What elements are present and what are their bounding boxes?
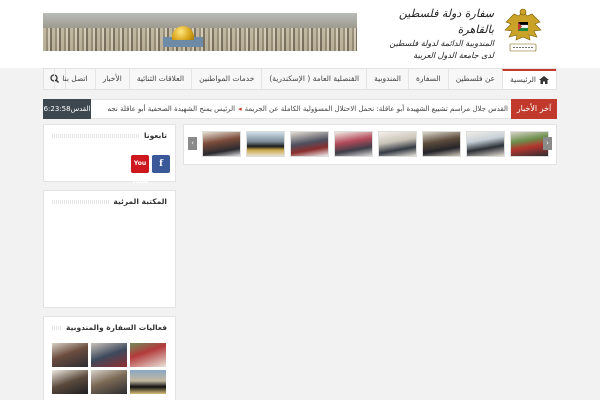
- nav-item-bilateral-relations[interactable]: العلاقات الثنائية: [128, 69, 191, 89]
- slider-next-button[interactable]: ›: [543, 137, 552, 150]
- slider-thumbnail[interactable]: [422, 131, 461, 157]
- home-icon: [539, 76, 549, 84]
- nav-item-about-palestine[interactable]: عن فلسطين: [447, 69, 502, 89]
- event-thumbnail[interactable]: [52, 343, 88, 367]
- nav-item-consulate[interactable]: القنصلية العامة ( الإسكندرية): [261, 69, 366, 89]
- nav-item-home[interactable]: الرئيسية: [502, 69, 556, 89]
- nav-item-news[interactable]: الأخبار: [94, 69, 129, 89]
- ticker-headline[interactable]: القدس جلال مراسم تشييع الشهيدة أبو عاقلة…: [245, 105, 508, 113]
- logo-title-line2: المندوبية الدائمة لدولة فلسطين: [389, 39, 494, 48]
- nav-item-contact[interactable]: اتصل بنا: [54, 69, 94, 89]
- widget-header: فعاليات السفارة والمندوبية: [44, 317, 175, 339]
- slider-thumbnails: [202, 131, 549, 157]
- nav-item-delegation[interactable]: المندوبية: [366, 69, 408, 89]
- event-thumbnail[interactable]: [91, 370, 127, 394]
- youtube-button[interactable]: You Tube: [131, 155, 149, 185]
- facebook-button[interactable]: f: [152, 155, 170, 173]
- widget-title: تابعونا: [139, 125, 167, 147]
- clock-city: القدس: [70, 105, 91, 113]
- main-nav: الرئيسية عن فلسطين السفارة المندوبية الق…: [43, 68, 557, 90]
- chevron-left-icon: ‹: [191, 139, 194, 147]
- nav-item-citizen-services[interactable]: خدمات المواطنين: [191, 69, 261, 89]
- slider-prev-button[interactable]: ‹: [188, 137, 197, 150]
- event-thumbnail[interactable]: [52, 370, 88, 394]
- ticker-separator-icon: ◂: [238, 105, 242, 113]
- widget-header: المكتبة المرئية: [44, 191, 175, 213]
- ticker-label: آخر الأخبار: [511, 99, 557, 119]
- event-thumbnail[interactable]: [91, 343, 127, 367]
- event-thumbnail[interactable]: [130, 343, 166, 367]
- slider-thumbnail[interactable]: [202, 131, 241, 157]
- event-thumbnail[interactable]: [130, 370, 166, 394]
- breaking-news-ticker: 6:23:58القدس القدس جلال مراسم تشييع الشه…: [43, 99, 557, 119]
- ticker-headlines: القدس جلال مراسم تشييع الشهيدة أبو عاقلة…: [108, 100, 508, 118]
- embassy-logo-text[interactable]: سفارة دولة فلسطين بالقاهرة المندوبية الد…: [388, 6, 494, 64]
- news-image-slider: ‹ ›: [183, 124, 557, 165]
- jerusalem-banner-image: [43, 13, 357, 51]
- nav-item-label: الرئيسية: [510, 75, 536, 84]
- slider-thumbnail[interactable]: [466, 131, 505, 157]
- chevron-right-icon: ›: [546, 139, 549, 147]
- palestine-eagle-emblem-icon: [504, 8, 542, 52]
- widget-title: المكتبة المرئية: [109, 191, 167, 213]
- jerusalem-clock: 6:23:58القدس: [43, 99, 91, 119]
- nav-item-embassy[interactable]: السفارة: [408, 69, 448, 89]
- logo-title-line1: سفارة دولة فلسطين بالقاهرة: [398, 7, 494, 36]
- events-thumbnail-grid: [52, 343, 166, 394]
- logo-title-line3: لدى جامعة الدول العربية: [413, 51, 494, 60]
- slider-thumbnail[interactable]: [334, 131, 373, 157]
- slider-thumbnail[interactable]: [246, 131, 285, 157]
- video-library-widget: المكتبة المرئية: [43, 190, 176, 308]
- clock-time: 6:23:58: [43, 105, 71, 113]
- slider-thumbnail[interactable]: [290, 131, 329, 157]
- slider-thumbnail[interactable]: [378, 131, 417, 157]
- facebook-icon: f: [159, 159, 163, 169]
- widget-title: فعاليات السفارة والمندوبية: [62, 317, 167, 339]
- ticker-headline[interactable]: الرئيس يمنح الشهيدة الصحفية أبو عاقلة نج…: [108, 105, 235, 113]
- events-gallery-widget: فعاليات السفارة والمندوبية: [43, 316, 176, 400]
- youtube-icon: You Tube: [131, 160, 149, 185]
- site-header: سفارة دولة فلسطين بالقاهرة المندوبية الد…: [0, 0, 600, 68]
- follow-us-widget: تابعونا f You Tube: [43, 124, 176, 185]
- widget-header: تابعونا: [44, 125, 175, 147]
